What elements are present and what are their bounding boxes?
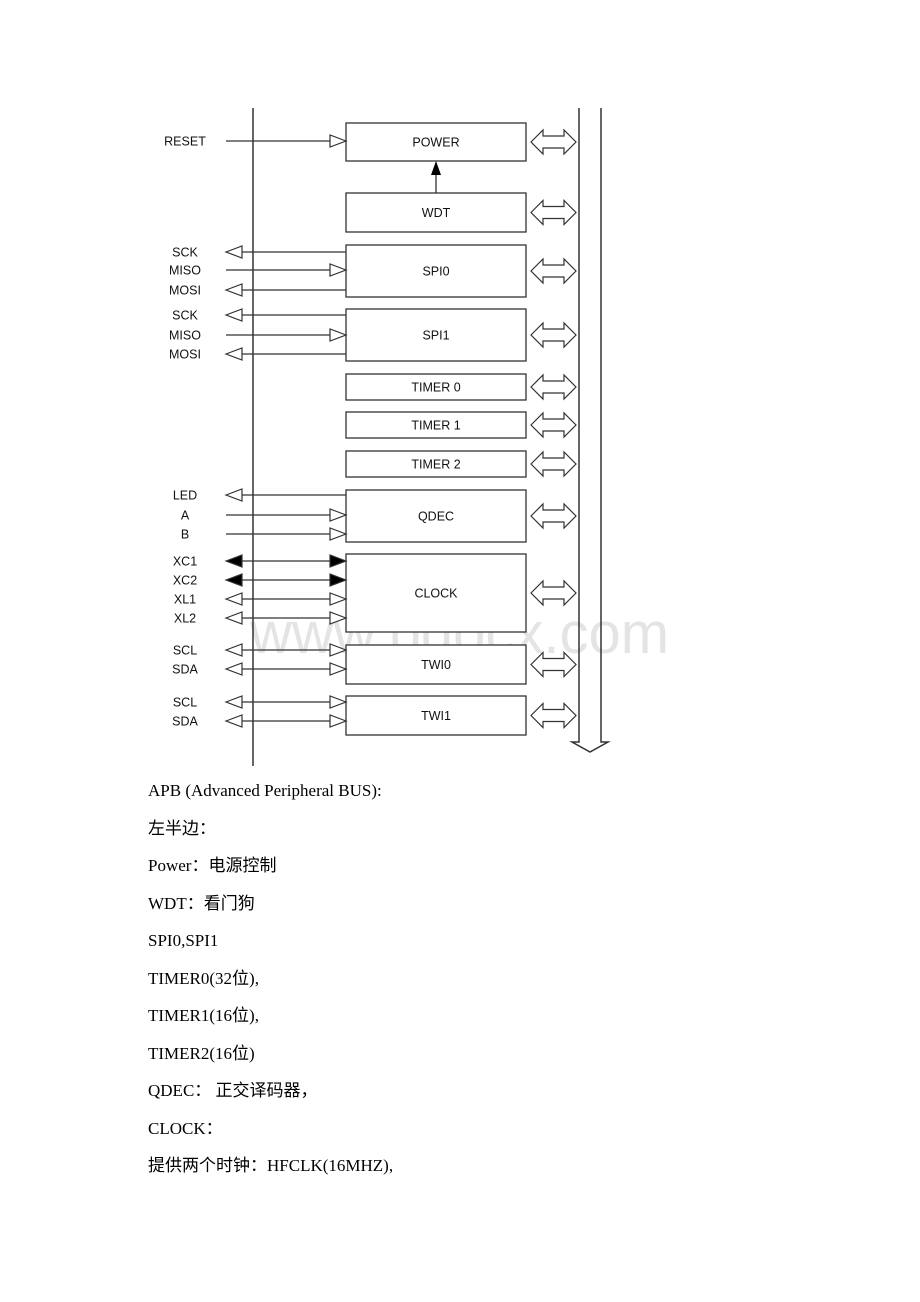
signal-label: SCK	[172, 309, 198, 323]
signal-label: MOSI	[169, 284, 201, 298]
signal-label: MISO	[169, 329, 201, 343]
block-label: TIMER 2	[411, 458, 460, 472]
signal-arrow-right-icon	[329, 695, 348, 709]
signal-label: MOSI	[169, 348, 201, 362]
signal-arrow-left-icon	[224, 488, 243, 502]
bus-connection-arrow	[530, 199, 577, 226]
bus-connection-arrow	[530, 373, 577, 401]
signal-label: SCK	[172, 246, 198, 260]
signal-label: XL1	[174, 593, 196, 607]
bus-connection-arrow	[530, 702, 577, 729]
signal-arrow-left-icon	[224, 554, 243, 568]
signal-arrow-left-icon	[224, 245, 243, 259]
signal-arrow-left-icon	[224, 662, 243, 676]
block-label: CLOCK	[414, 587, 458, 601]
signal-arrow-right-icon	[329, 714, 348, 728]
signal-label: SDA	[172, 663, 198, 677]
signal-label: XC1	[173, 555, 197, 569]
text-line: TIMER0(32位),	[148, 968, 259, 988]
signal-arrow-right-icon	[329, 134, 348, 148]
text-line: WDT：看门狗	[148, 893, 255, 913]
signal-arrow-right-icon	[329, 554, 348, 568]
arrow-head-icon	[431, 161, 441, 175]
signal-label: XL2	[174, 612, 196, 626]
signal-label: XC2	[173, 574, 197, 588]
signal-arrow-left-icon	[224, 643, 243, 657]
text-line: 左半边：	[148, 818, 216, 838]
signal-label: SDA	[172, 715, 198, 729]
bus-connection-arrow	[530, 257, 577, 285]
block-label: SPI0	[422, 265, 449, 279]
block-label: POWER	[412, 136, 459, 150]
signal-label: RESET	[164, 135, 206, 149]
bus-connection-arrow	[530, 321, 577, 349]
bus-connection-arrow	[530, 128, 577, 156]
block-label: QDEC	[418, 510, 454, 524]
document-body: APB (Advanced Peripheral BUS): 左半边： Powe…	[148, 778, 393, 1191]
signal-arrow-right-icon	[329, 527, 348, 541]
bus-connection-arrow	[530, 502, 577, 530]
text-line: TIMER1(16位),	[148, 1006, 259, 1025]
text-line: SPI0,SPI1	[148, 931, 219, 950]
signal-arrow-left-icon	[224, 611, 243, 625]
signal-arrow-left-icon	[224, 283, 243, 297]
signal-arrow-left-icon	[224, 714, 243, 728]
block-label: TWI1	[421, 709, 451, 723]
signal-arrow-left-icon	[224, 695, 243, 709]
bus-connection-arrow	[530, 450, 577, 478]
bus-connection-arrow	[530, 411, 577, 439]
text-line: Power：电源控制	[148, 856, 277, 875]
signal-label: LED	[173, 489, 197, 503]
block-label: WDT	[422, 206, 451, 220]
signal-label: A	[181, 509, 190, 523]
signal-arrow-right-icon	[329, 328, 348, 342]
text-line: APB (Advanced Peripheral BUS):	[148, 781, 382, 800]
signal-arrow-right-icon	[329, 263, 348, 277]
signal-arrow-left-icon	[224, 573, 243, 587]
signal-arrow-right-icon	[329, 573, 348, 587]
block-label: TIMER 0	[411, 381, 460, 395]
signal-arrow-left-icon	[224, 347, 243, 361]
text-line: TIMER2(16位)	[148, 1043, 255, 1063]
signal-label: B	[181, 528, 189, 542]
signal-arrow-right-icon	[329, 508, 348, 522]
text-line: 提供两个时钟：HFCLK(16MHZ),	[148, 1156, 394, 1175]
signal-label: SCL	[173, 696, 197, 710]
signal-label: MISO	[169, 264, 201, 278]
block-label: TWI0	[421, 658, 451, 672]
block-label: TIMER 1	[411, 419, 460, 433]
text-line: QDEC： 正交译码器，	[148, 1081, 318, 1100]
signal-arrow-left-icon	[224, 592, 243, 606]
apb-peripheral-diagram: www.bdocx.com POWERWDTSPI0SPI1TIMER 0TIM…	[164, 108, 669, 766]
text-line: CLOCK：	[148, 1118, 223, 1138]
signal-label: SCL	[173, 644, 197, 658]
block-label: SPI1	[422, 329, 449, 343]
signal-arrow-left-icon	[224, 308, 243, 322]
